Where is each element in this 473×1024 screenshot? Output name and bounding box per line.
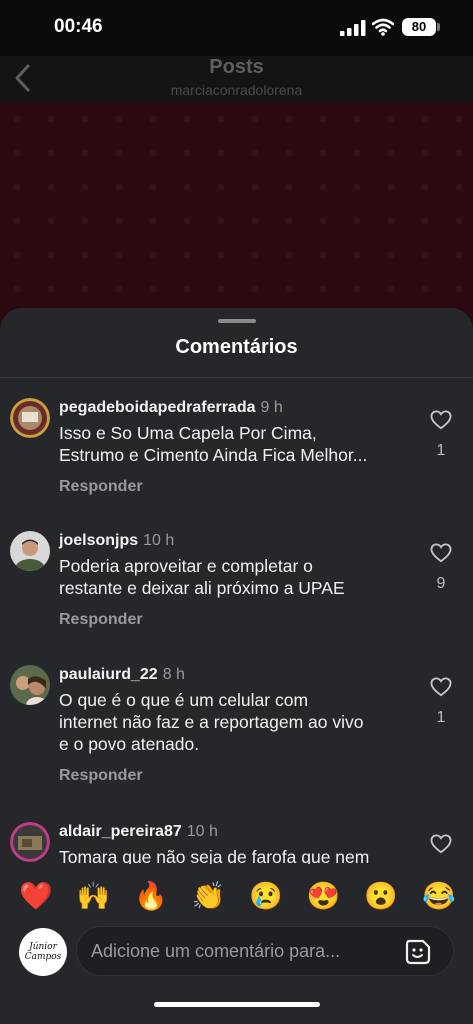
wifi-icon bbox=[372, 18, 394, 36]
emoji-clap-button[interactable]: 👏 bbox=[192, 880, 226, 912]
comment-username[interactable]: aldair_pereira87 bbox=[59, 823, 182, 840]
comment-username[interactable]: paulaiurd_22 bbox=[59, 666, 158, 683]
comment-text: O que é o que é um celular com internet … bbox=[59, 690, 364, 754]
comment-input-placeholder: Adicione um comentário para... bbox=[91, 941, 341, 961]
reply-button[interactable]: Responder bbox=[59, 611, 419, 629]
reply-button[interactable]: Responder bbox=[59, 478, 419, 496]
emoji-quick-bar: ❤️ 🙌 🔥 👏 😢 😍 😮 😂 bbox=[0, 866, 473, 926]
like-count: 1 bbox=[436, 442, 446, 459]
sheet-title: Comentários bbox=[175, 336, 298, 358]
comment-time: 10 h bbox=[143, 532, 175, 549]
emoji-laugh-button[interactable]: 😂 bbox=[422, 880, 456, 912]
comment-time: 10 h bbox=[186, 823, 218, 840]
page-header: Posts marciaconradolorena bbox=[0, 56, 473, 102]
emoji-surprised-button[interactable]: 😮 bbox=[364, 880, 398, 912]
my-avatar[interactable]: Júnior Campos bbox=[19, 928, 67, 976]
battery-icon: 80 bbox=[402, 18, 436, 36]
emoji-heart-eyes-button[interactable]: 😍 bbox=[307, 880, 341, 912]
clock: 00:46 bbox=[54, 16, 103, 37]
comments-sheet: Comentários pegadeboidapedraferrada 9 h I… bbox=[0, 308, 473, 1024]
avatar[interactable] bbox=[10, 398, 50, 438]
emoji-cry-button[interactable]: 😢 bbox=[249, 880, 283, 912]
like-count: 1 bbox=[436, 709, 446, 726]
comment-time: 8 h bbox=[162, 666, 185, 683]
avatar[interactable] bbox=[10, 822, 50, 862]
like-count: 9 bbox=[436, 575, 446, 592]
post-image bbox=[0, 102, 473, 342]
sheet-grab-handle[interactable] bbox=[218, 319, 256, 323]
cellular-signal-icon bbox=[340, 20, 366, 36]
emoji-heart-button[interactable]: ❤️ bbox=[19, 880, 53, 912]
comment-list[interactable]: pegadeboidapedraferrada 9 h Isso e So Uma… bbox=[0, 378, 473, 864]
page-title: Posts bbox=[209, 56, 264, 78]
comment-text: Isso e So Uma Capela Por Cima, Estrumo e… bbox=[59, 423, 368, 465]
battery-tip bbox=[437, 23, 440, 31]
emoji-fire-button[interactable]: 🔥 bbox=[134, 880, 168, 912]
sticker-icon[interactable] bbox=[405, 939, 431, 965]
home-indicator bbox=[154, 1002, 320, 1007]
heart-outline-icon[interactable] bbox=[430, 543, 452, 563]
avatar[interactable] bbox=[10, 531, 50, 571]
heart-outline-icon[interactable] bbox=[430, 677, 452, 697]
heart-outline-icon[interactable] bbox=[430, 834, 452, 854]
comment-username[interactable]: pegadeboidapedraferrada bbox=[59, 399, 256, 416]
heart-outline-icon[interactable] bbox=[430, 410, 452, 430]
comment-time: 9 h bbox=[260, 399, 283, 416]
comment-input[interactable]: Adicione um comentário para... bbox=[76, 926, 454, 976]
emoji-raised-hands-button[interactable]: 🙌 bbox=[77, 880, 111, 912]
page-subtitle: marciaconradolorena bbox=[170, 82, 303, 98]
comment-username[interactable]: joelsonjps bbox=[59, 532, 138, 549]
comment-text: Tomara que não seja de farofa que nem bbox=[59, 847, 370, 864]
avatar[interactable] bbox=[10, 665, 50, 705]
status-bar: 00:46 80 bbox=[0, 0, 473, 56]
comment-text: Poderia aproveitar e completar o restant… bbox=[59, 556, 345, 598]
reply-button[interactable]: Responder bbox=[59, 767, 419, 785]
avatar-logo: Júnior Campos bbox=[24, 942, 62, 962]
